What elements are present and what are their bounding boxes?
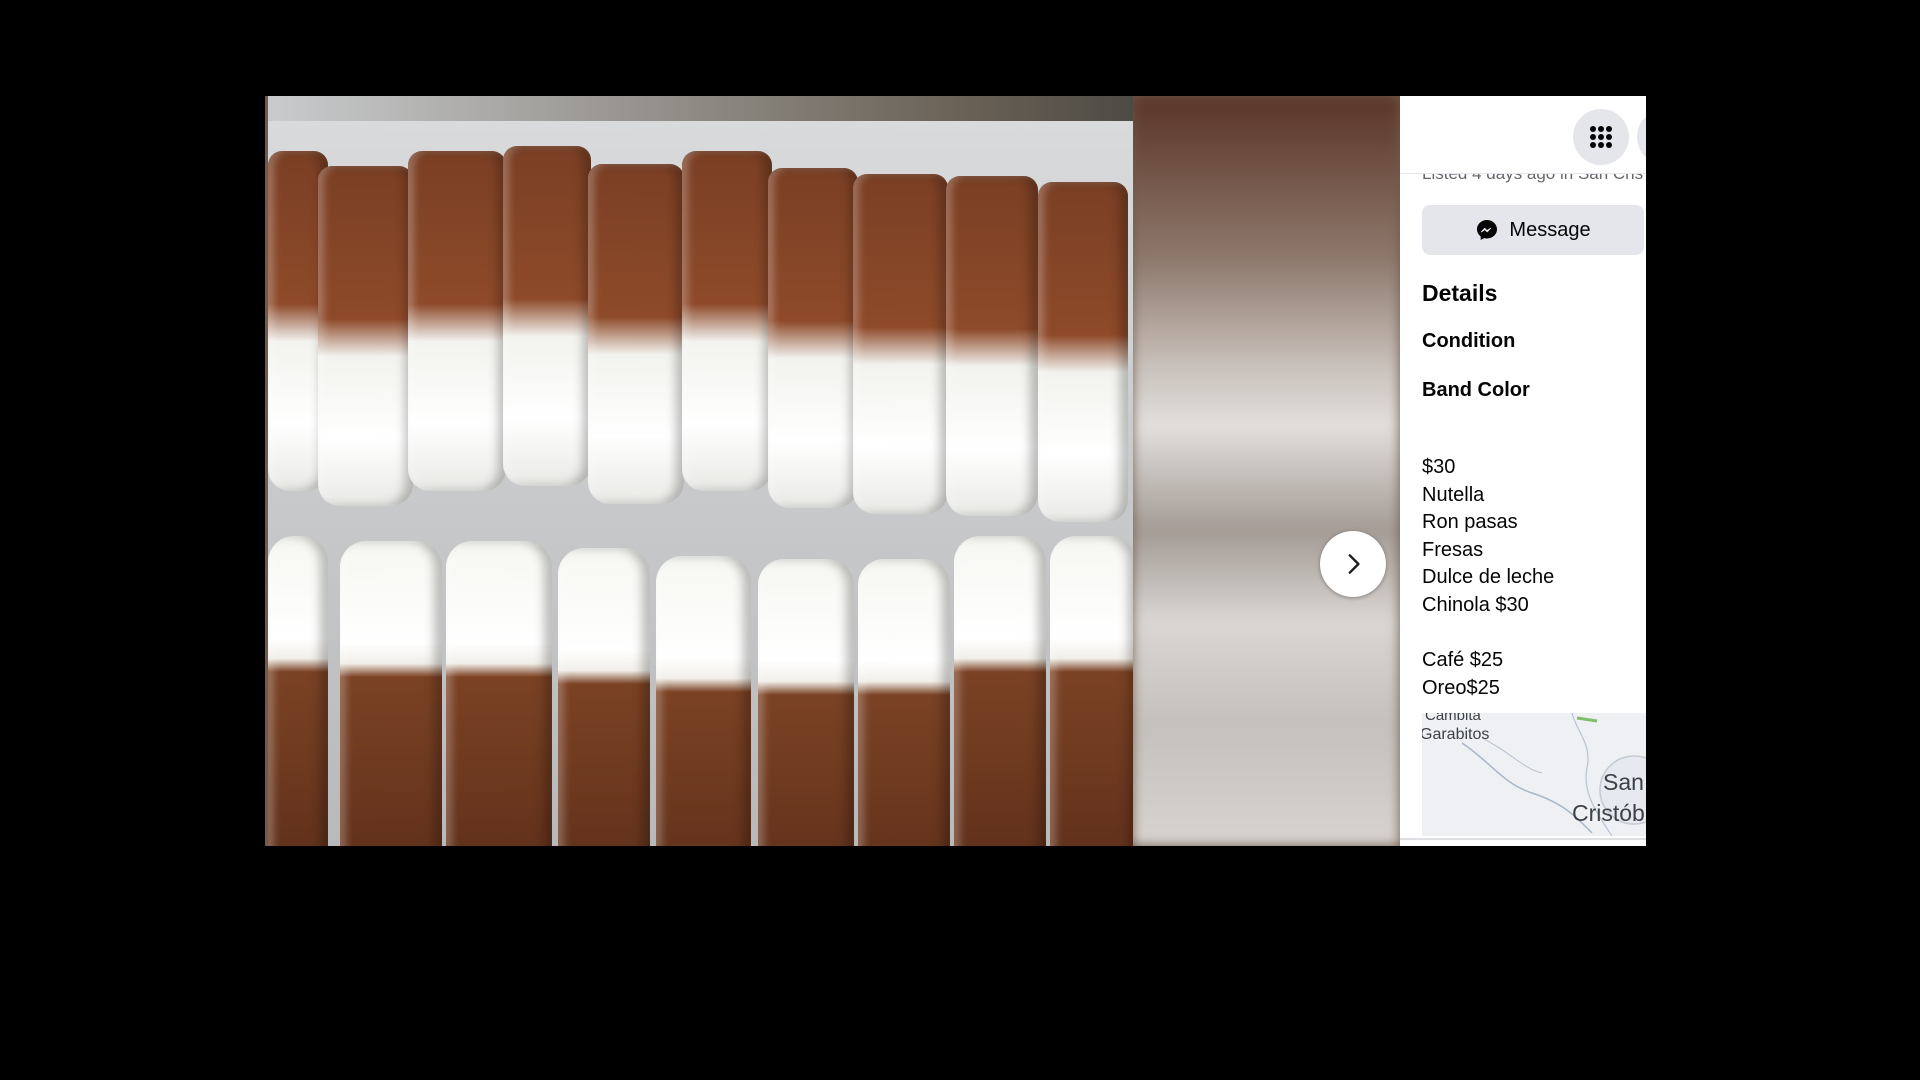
map-label-san: San [1603,769,1644,795]
photo-pop-top-2 [318,166,413,506]
messenger-icon [1477,220,1498,240]
band-color-label: Band Color [1422,379,1530,401]
next-photo-button[interactable] [1320,531,1386,597]
listing-details-panel: Listed 4 days ago in San Cris Message [1400,96,1646,846]
account-button[interactable] [1637,109,1646,165]
photo-pop-bottom-8 [954,536,1046,846]
description-line: $30 [1422,456,1456,478]
listing-photo [268,96,1133,846]
photo-pop-top-7 [768,168,858,508]
photo-pop-top-10 [1038,182,1128,522]
description-line: Dulce de leche [1422,566,1555,589]
description-line [1422,620,1554,648]
photo-pop-bottom-4 [558,548,650,846]
map-label-cambita: Cambita [1425,713,1481,724]
photo-tray-edge [268,96,1133,121]
message-button[interactable]: Message [1422,205,1644,255]
photo-pop-bottom-6 [758,559,854,846]
photo-viewer [265,96,1400,846]
description-line: Fresas [1422,538,1484,561]
photo-pop-bottom-9 [1050,536,1133,846]
photo-pop-top-3 [408,151,506,491]
photo-pop-top-9 [946,176,1038,516]
photo-pop-top-4 [503,146,591,486]
map-label-cristobal: Cristób [1572,800,1645,826]
photo-pop-bottom-7 [858,559,950,846]
description-line: Nutella [1422,483,1485,506]
photo-pop-bottom-1 [268,536,328,846]
message-button-label: Message [1509,218,1591,241]
condition-label: Condition [1422,330,1516,352]
location-map[interactable]: Cambita Garabitos San Cristób [1422,713,1646,836]
description-line: Chinola $30 [1422,593,1529,616]
map-label-garabitos: Garabitos [1422,726,1490,743]
grid-menu-icon [1590,126,1612,148]
photo-pop-top-5 [588,164,684,504]
photo-pop-top-6 [682,151,772,491]
photo-pop-bottom-5 [656,556,751,846]
photo-pop-bottom-3 [446,541,552,846]
marketplace-viewer: Listed 4 days ago in San Cris Message [265,96,1646,846]
photo-blurred-background [1132,96,1400,846]
details-heading: Details [1422,280,1498,306]
menu-button[interactable] [1573,109,1629,165]
panel-header [1400,96,1646,174]
chevron-right-icon [1348,554,1360,574]
photo-pop-bottom-2 [340,541,442,846]
divider [1400,838,1646,840]
description-line: Café $25 [1422,649,1504,672]
listing-description: $30 Nutella Ron pasas Fresas Dulce de le… [1422,454,1554,702]
description-line: Oreo$25 [1422,676,1500,699]
description-line: Ron pasas [1422,511,1518,534]
photo-pop-top-8 [853,174,948,514]
